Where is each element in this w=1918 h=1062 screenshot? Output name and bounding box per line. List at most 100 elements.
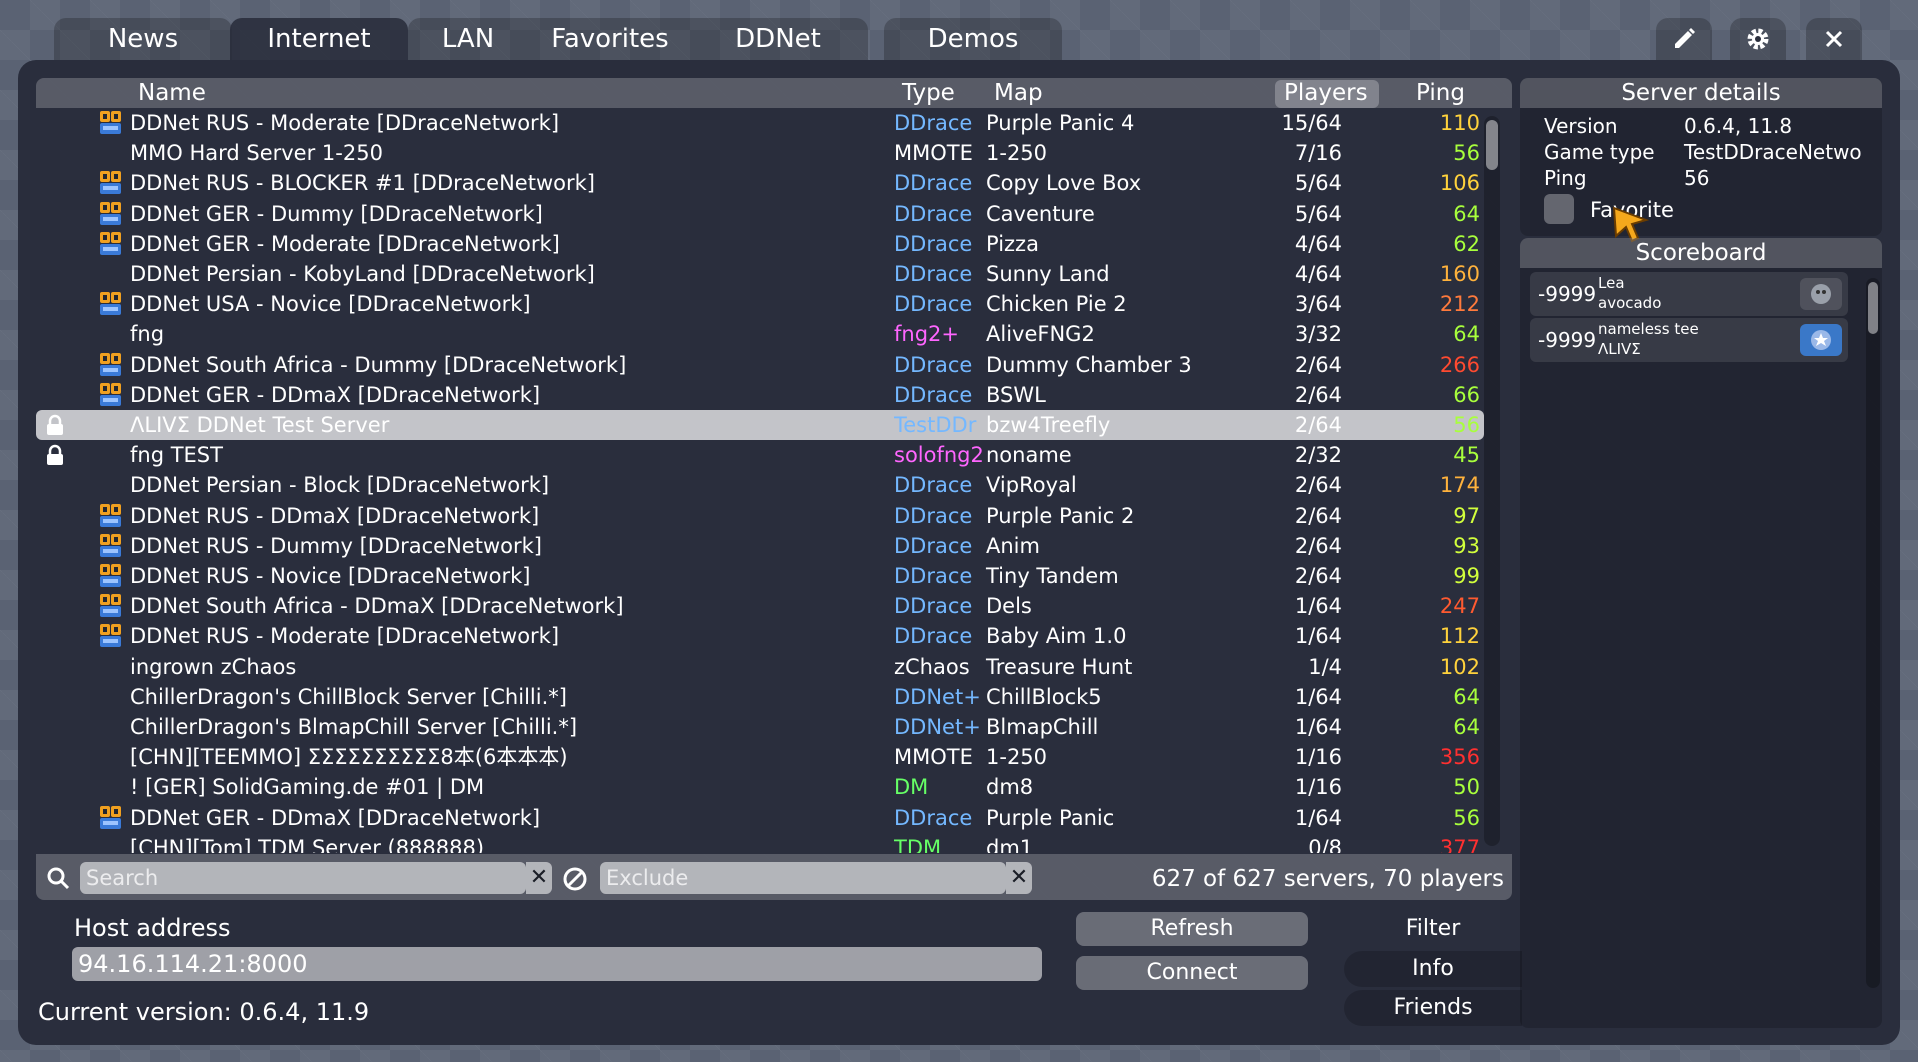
clear-exclude-button[interactable]: ✕ (1006, 862, 1032, 894)
server-ping: 212 (1439, 292, 1480, 317)
tab-lan[interactable]: LAN (418, 18, 518, 60)
server-ping: 247 (1439, 594, 1480, 619)
server-row[interactable]: ! [GER] SolidGaming.de #01 | DM DM dm8 1/16… (36, 772, 1484, 802)
clear-search-button[interactable]: ✕ (526, 862, 552, 894)
header-type[interactable]: Type (902, 78, 955, 108)
server-row[interactable]: fng fng2+ AliveFNG2 3/32 64 (36, 319, 1484, 349)
server-gametype: DDrace (894, 473, 973, 498)
server-players: 2/64 (1294, 503, 1342, 528)
server-players: 2/64 (1294, 413, 1342, 437)
server-map: 1-250 (986, 745, 1048, 770)
server-list-scrollbar[interactable] (1484, 116, 1500, 846)
server-row[interactable]: DDNet Persian - KobyLand [DDraceNetwork]… (36, 259, 1484, 289)
exclude-input[interactable] (600, 862, 1006, 894)
server-details-title: Server details (1520, 78, 1882, 108)
server-row[interactable]: DDNet South Africa - DDmaX [DDraceNetwor… (36, 591, 1484, 621)
server-map: Purple Panic 2 (986, 503, 1135, 528)
server-gametype: DDNet+ (894, 715, 981, 739)
server-row[interactable]: ingrown zChaos zChaos Treasure Hunt 1/4 102 (36, 652, 1484, 682)
server-players: 2/64 (1294, 533, 1342, 558)
server-name: fng (130, 322, 165, 347)
connect-button[interactable]: Connect (1076, 956, 1308, 990)
server-row[interactable]: DDNet RUS - Novice [DDraceNetwork] DDrace… (36, 561, 1484, 591)
detail-ping: Ping 56 (1544, 166, 1709, 190)
ddnet-logo-icon (100, 231, 121, 255)
scoreboard-scrollbar[interactable] (1866, 278, 1880, 988)
server-name: DDNet RUS - Moderate [DDraceNetwork] (130, 111, 560, 135)
server-row[interactable]: ChillerDragon's BlmapChill Server [Chill… (36, 712, 1484, 742)
editor-button[interactable] (1656, 18, 1712, 60)
server-row[interactable]: fng TEST solofng2 noname 2/32 45 (36, 440, 1484, 470)
player-name: Lea (1598, 274, 1625, 292)
search-input[interactable] (80, 862, 526, 894)
server-gametype: DDrace (894, 262, 973, 286)
header-players[interactable]: Players (1284, 78, 1368, 108)
server-list-scrollbar-thumb[interactable] (1486, 120, 1498, 170)
tab-demos[interactable]: Demos (884, 18, 1062, 60)
ddnet-logo-icon (100, 594, 121, 618)
server-name: ChillerDragon's ChillBlock Server [Chill… (130, 684, 567, 709)
server-name: MMO Hard Server 1-250 (130, 141, 383, 166)
quit-button[interactable] (1806, 18, 1862, 60)
server-ping: 110 (1439, 111, 1480, 135)
ddnet-logo-icon (100, 533, 121, 557)
server-name: [CHN][TEEMMO] ΣΣΣΣΣΣΣΣΣΣ8本(6本本本) (130, 745, 568, 770)
server-row[interactable]: MMO Hard Server 1-250 MMOTE 1-250 7/16 56 (36, 138, 1484, 168)
tab-internet-label: Internet (267, 24, 371, 54)
server-row[interactable]: [CHN][TEEMMO] ΣΣΣΣΣΣΣΣΣΣ8本(6本本本) MMOTE 1-2… (36, 742, 1484, 772)
pencil-icon (1675, 28, 1695, 48)
server-ping: 62 (1453, 231, 1480, 256)
favorite-checkbox[interactable] (1544, 194, 1574, 224)
header-map[interactable]: Map (994, 78, 1043, 108)
side-tab-filter[interactable]: Filter (1344, 911, 1522, 947)
server-row[interactable]: ΛLIVΣ DDNet Test Server TestDDr bzw4Treefl… (36, 410, 1484, 440)
scoreboard-row: -9999 Lea avocado (1530, 272, 1848, 316)
server-players: 1/64 (1294, 805, 1342, 830)
server-row[interactable]: DDNet Persian - Block [DDraceNetwork] DDr… (36, 470, 1484, 500)
refresh-button[interactable]: Refresh (1076, 912, 1308, 946)
server-list: DDNet RUS - Moderate [DDraceNetwork] DDra… (36, 108, 1512, 853)
header-name[interactable]: Name (138, 78, 206, 108)
server-row[interactable]: DDNet RUS - BLOCKER #1 [DDraceNetwork] DD… (36, 168, 1484, 198)
server-row[interactable]: DDNet South Africa - Dummy [DDraceNetwor… (36, 350, 1484, 380)
scoreboard-title: Scoreboard (1520, 238, 1882, 268)
header-ping[interactable]: Ping (1416, 78, 1465, 108)
tab-news[interactable]: News (54, 18, 232, 60)
server-row[interactable]: DDNet GER - Dummy [DDraceNetwork] DDrace C… (36, 199, 1484, 229)
settings-button[interactable] (1730, 18, 1786, 60)
server-name: DDNet South Africa - DDmaX [DDraceNetwor… (130, 594, 624, 619)
server-map: Caventure (986, 201, 1095, 226)
server-row[interactable]: ChillerDragon's ChillBlock Server [Chill… (36, 682, 1484, 712)
server-row[interactable]: DDNet RUS - Moderate [DDraceNetwork] DDra… (36, 108, 1484, 138)
tab-favorites[interactable]: Favorites (528, 18, 692, 60)
server-row[interactable]: DDNet USA - Novice [DDraceNetwork] DDrace… (36, 289, 1484, 319)
server-map: Treasure Hunt (986, 654, 1133, 679)
host-address-label: Host address (74, 914, 231, 942)
server-row[interactable]: [CHN][Tom] TDM Server (888888) TDM dm1 0/8 3… (36, 833, 1484, 853)
tab-internet[interactable]: Internet (230, 18, 408, 60)
server-ping: 377 (1439, 835, 1480, 853)
host-address-input[interactable]: 94.16.114.21:8000 (72, 947, 1042, 981)
server-map: Chicken Pie 2 (986, 292, 1127, 317)
server-row[interactable]: DDNet RUS - Moderate [DDraceNetwork] DDra… (36, 621, 1484, 651)
scoreboard-scrollbar-thumb[interactable] (1868, 282, 1878, 334)
server-map: Dummy Chamber 3 (986, 352, 1192, 377)
side-tab-info[interactable]: Info (1344, 951, 1522, 987)
server-ping: 97 (1453, 503, 1480, 528)
server-row[interactable]: DDNet RUS - Dummy [DDraceNetwork] DDrace A… (36, 531, 1484, 561)
server-map: dm1 (986, 835, 1034, 853)
server-row[interactable]: DDNet GER - DDmaX [DDraceNetwork] DDrace P… (36, 803, 1484, 833)
server-players: 5/64 (1294, 201, 1342, 226)
tab-ddnet[interactable]: DDNet (708, 18, 848, 60)
server-players: 1/16 (1294, 775, 1342, 800)
server-players: 0/8 (1308, 835, 1342, 853)
ddnet-logo-icon (100, 171, 121, 195)
ddnet-logo-icon (100, 111, 121, 134)
side-tab-friends[interactable]: Friends (1344, 990, 1522, 1026)
server-players: 3/64 (1294, 292, 1342, 317)
server-row[interactable]: DDNet RUS - DDmaX [DDraceNetwork] DDrace P… (36, 501, 1484, 531)
server-players: 1/64 (1294, 715, 1342, 739)
server-ping: 64 (1453, 322, 1480, 347)
server-row[interactable]: DDNet GER - Moderate [DDraceNetwork] DDra… (36, 229, 1484, 259)
server-row[interactable]: DDNet GER - DDmaX [DDraceNetwork] DDrace B… (36, 380, 1484, 410)
